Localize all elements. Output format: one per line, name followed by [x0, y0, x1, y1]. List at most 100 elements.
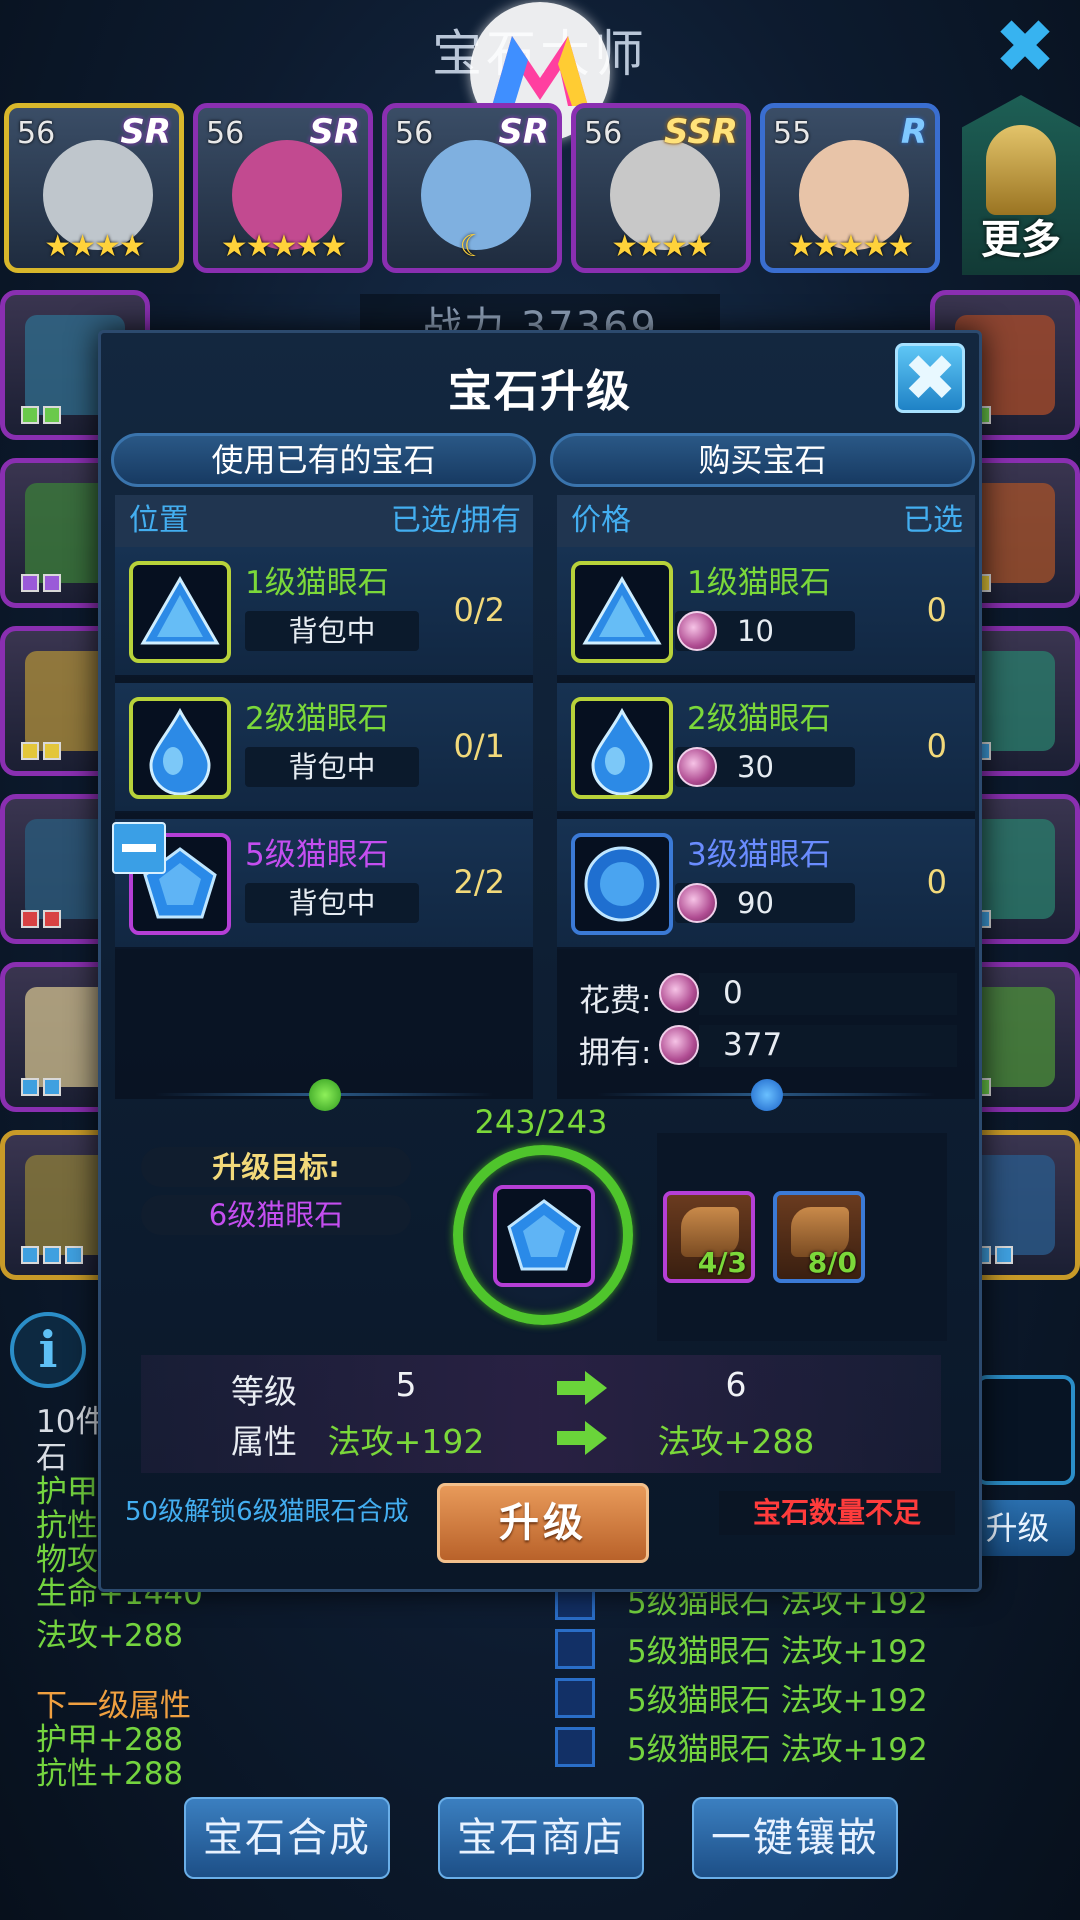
gem-row[interactable]: 5级猫眼石背包中 2/2	[115, 819, 533, 949]
col-selected-owned: 已选/拥有	[390, 503, 521, 538]
upgrade-button[interactable]: 升级	[437, 1483, 649, 1563]
gem-synthesis-button[interactable]: 宝石合成	[184, 1797, 390, 1879]
hero-card[interactable]: 56 SR ☾	[382, 103, 562, 273]
left-column-header: 位置 已选/拥有	[115, 495, 533, 547]
gem-drop-icon	[571, 697, 673, 799]
target-value: 6级猫眼石	[141, 1195, 411, 1235]
level-label: 等级	[231, 1372, 297, 1411]
attr-row: 属性 法攻+192 法攻+288	[141, 1415, 941, 1465]
dialog-close-icon[interactable]: ✖	[895, 343, 965, 413]
gem-count: 0/1	[453, 727, 506, 765]
col-selected: 已选	[903, 503, 963, 538]
hero-stars: ★★★★★	[787, 229, 914, 264]
gem-shop-button[interactable]: 宝石商店	[438, 1797, 644, 1879]
next-stat-line: 抗性+288	[36, 1756, 184, 1792]
exp-progress-ring	[453, 1145, 633, 1325]
gem-list-text: 5级猫眼石 法攻+192	[627, 1732, 928, 1768]
col-position: 位置	[129, 503, 189, 538]
gem-name: 5级猫眼石	[245, 837, 389, 873]
level-to: 6	[725, 1365, 747, 1404]
upgrade-target: 升级目标: 6级猫眼石	[141, 1147, 411, 1239]
hero-card[interactable]: 56 SR ★★★★	[4, 103, 184, 273]
list-item: 5级猫眼石 法攻+192	[555, 1624, 928, 1673]
tab-use-owned-gems[interactable]: 使用已有的宝石	[111, 433, 536, 487]
hero-stars: ★★★★★	[220, 229, 347, 264]
gem-count: 0	[926, 591, 947, 629]
dialog-title: 宝石升级	[448, 366, 632, 417]
material-box: 4/3 8/0	[657, 1133, 947, 1341]
attr-from: 法攻+192	[327, 1422, 485, 1461]
socketed-gem-list: 5级猫眼石 法攻+192 5级猫眼石 法攻+192 5级猫眼石 法攻+192 5…	[555, 1575, 928, 1771]
gem-row[interactable]: 3级猫眼石 90 0	[557, 819, 975, 949]
gem-count: 0	[926, 727, 947, 765]
gem-count: 2/2	[453, 863, 506, 901]
hero-stars: ★★★★	[611, 229, 713, 264]
exp-progress-text: 243/243	[474, 1103, 608, 1141]
hero-rank-badge: SR	[120, 112, 171, 152]
auto-inlay-button[interactable]: 一键镶嵌	[692, 1797, 898, 1879]
gem-row[interactable]: 2级猫眼石 30 0	[557, 683, 975, 813]
hero-rank-badge: SR	[498, 112, 549, 152]
insufficient-warning: 宝石数量不足	[719, 1491, 955, 1535]
hero-card[interactable]: 56 SSR ★★★★	[571, 103, 751, 273]
selected-gem-slot[interactable]	[975, 1375, 1075, 1485]
gem-triangle-icon	[129, 561, 231, 663]
gem-list-text: 5级猫眼石 法攻+192	[627, 1683, 928, 1719]
gem-list-text: 5级猫眼石 法攻+192	[627, 1634, 928, 1670]
owned-label: 拥有:	[579, 1035, 652, 1071]
gem-row[interactable]: 2级猫眼石背包中 0/1	[115, 683, 533, 813]
hero-level: 55	[773, 116, 812, 151]
crystal-icon	[677, 747, 717, 787]
hero-level: 56	[584, 116, 623, 151]
material-slot[interactable]: 4/3	[663, 1191, 755, 1283]
stat-compare: 等级 5 6 属性 法攻+192 法攻+288	[141, 1355, 941, 1473]
gem-location: 背包中	[245, 883, 419, 923]
crystal-icon	[677, 883, 717, 923]
gem-name: 2级猫眼石	[687, 701, 831, 737]
cost-value: 0	[723, 975, 743, 1011]
more-heroes-button[interactable]: 更多	[962, 95, 1080, 275]
helmet-icon	[986, 125, 1056, 215]
target-label: 升级目标:	[141, 1147, 411, 1187]
gem-location: 背包中	[245, 747, 419, 787]
gem-row[interactable]: 1级猫眼石 背包中 0/2	[115, 547, 533, 677]
top-close-icon[interactable]: ✖	[990, 10, 1060, 84]
list-item: 5级猫眼石 法攻+192	[555, 1673, 928, 1722]
hero-card[interactable]: 55 R ★★★★★	[760, 103, 940, 273]
buy-gems-list: 1级猫眼石 10 0 2级猫眼石 30 0 3级猫眼石 90 0 花费: 0 拥有: 377	[557, 547, 975, 1099]
crystal-icon	[659, 973, 699, 1013]
gem-row[interactable]: 1级猫眼石 10 0	[557, 547, 975, 677]
owned-gems-list: 1级猫眼石 背包中 0/2 2级猫眼石 背包中 0/1 5级猫眼石 背包中 2/2	[115, 547, 533, 1099]
hero-rank-badge: SR	[309, 112, 360, 152]
page-dot	[309, 1079, 341, 1111]
crystal-icon	[659, 1025, 699, 1065]
stat-line: 法攻+288	[36, 1618, 184, 1654]
gem-name: 3级猫眼石	[687, 837, 831, 873]
unlock-hint: 50级解锁6级猫眼石合成	[125, 1497, 409, 1527]
logo-m-icon	[492, 36, 588, 106]
arrow-right-icon	[557, 1371, 607, 1405]
right-column-header: 价格 已选	[557, 495, 975, 547]
gem-count: 0/2	[453, 591, 506, 629]
gem-count: 0	[926, 863, 947, 901]
material-count: 4/3	[697, 1246, 747, 1279]
more-label: 更多	[981, 217, 1061, 263]
material-slot[interactable]: 8/0	[773, 1191, 865, 1283]
gem-circle-icon	[571, 833, 673, 935]
owned-row: 拥有: 377	[557, 1023, 975, 1071]
info-icon[interactable]: i	[10, 1312, 86, 1388]
gem-name: 2级猫眼石	[245, 701, 389, 737]
gem-location: 背包中	[245, 611, 419, 651]
tab-buy-gems[interactable]: 购买宝石	[550, 433, 975, 487]
gem-drop-icon	[129, 697, 231, 799]
target-gem-icon	[493, 1185, 595, 1287]
hero-card[interactable]: 56 SR ★★★★★	[193, 103, 373, 273]
attr-label: 属性	[231, 1422, 297, 1461]
hero-rank-badge: R	[900, 112, 927, 152]
equipped-flag-icon	[112, 822, 166, 874]
gem-name: 1级猫眼石	[687, 565, 831, 601]
hero-level: 56	[17, 116, 56, 151]
attr-to: 法攻+288	[657, 1422, 815, 1461]
material-count: 8/0	[807, 1246, 857, 1279]
hero-level: 56	[395, 116, 434, 151]
